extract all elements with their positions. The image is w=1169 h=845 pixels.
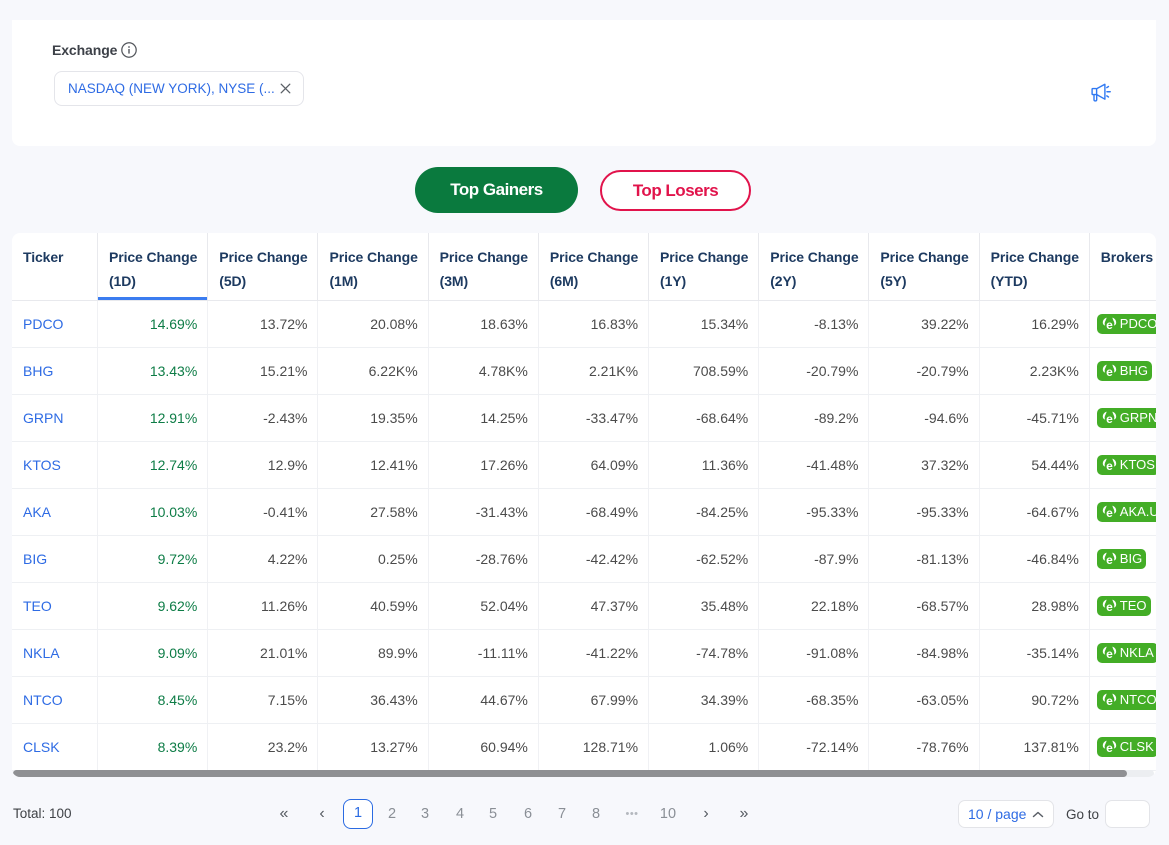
svg-text:e: e bbox=[1106, 647, 1113, 659]
svg-text:e: e bbox=[1106, 600, 1113, 612]
svg-text:e: e bbox=[1106, 506, 1113, 518]
svg-text:e: e bbox=[1106, 412, 1113, 424]
svg-text:e: e bbox=[1106, 365, 1113, 377]
svg-text:e: e bbox=[1106, 741, 1113, 753]
svg-text:e: e bbox=[1106, 553, 1113, 565]
svg-text:e: e bbox=[1106, 318, 1113, 330]
svg-text:e: e bbox=[1106, 459, 1113, 471]
svg-text:e: e bbox=[1106, 694, 1113, 706]
